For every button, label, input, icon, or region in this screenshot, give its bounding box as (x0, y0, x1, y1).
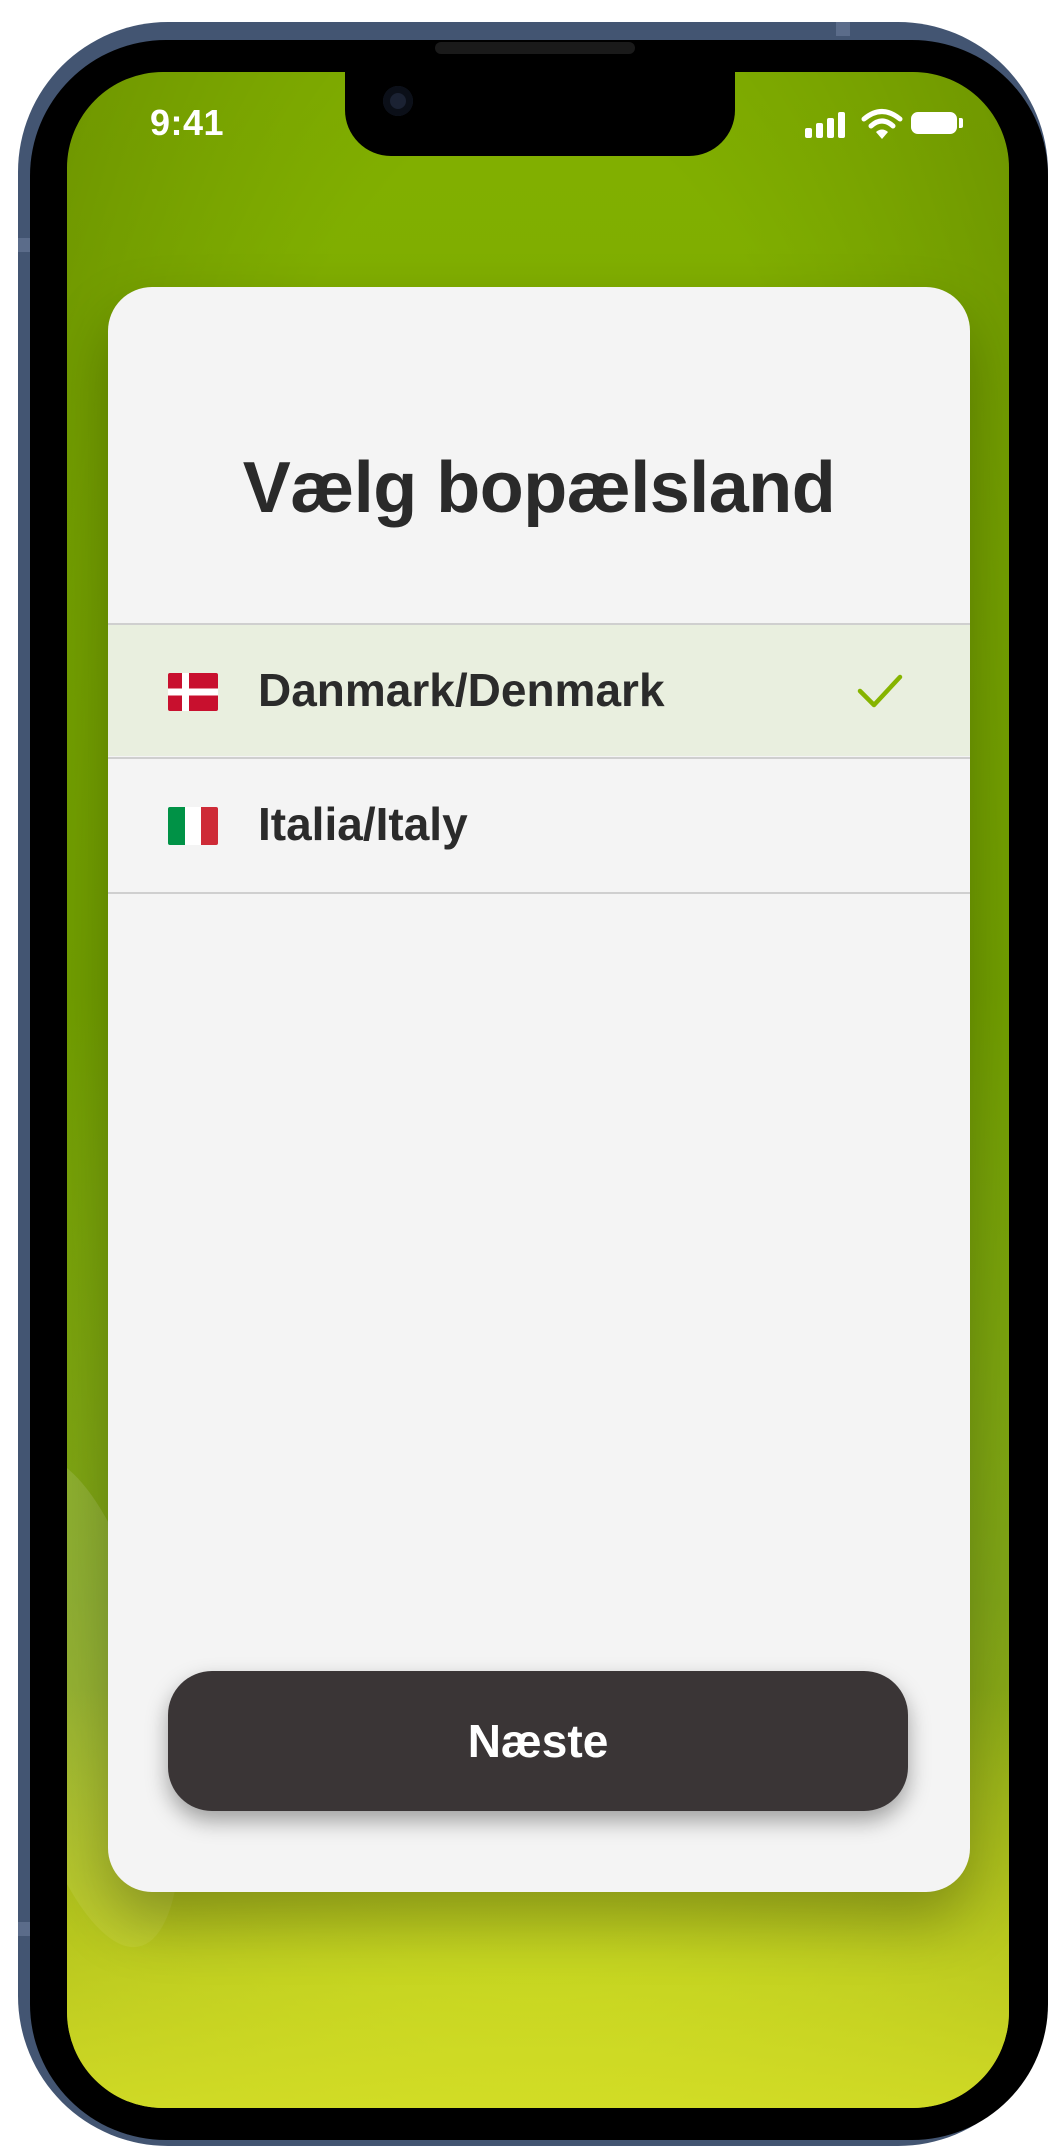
list-divider (108, 892, 970, 894)
side-button (836, 22, 850, 36)
denmark-flag-icon (168, 673, 218, 711)
page-title: Vælg bopælsland (242, 448, 836, 528)
italy-flag-icon (168, 807, 218, 845)
status-time: 9:41 (150, 102, 225, 143)
wifi-icon (861, 109, 903, 139)
country-option-italy[interactable]: Italia/Italy (108, 757, 970, 890)
speaker-grille (435, 42, 635, 54)
camera-icon (383, 86, 413, 116)
country-option-denmark[interactable]: Danmark/Denmark (108, 623, 970, 756)
country-label-denmark: Danmark/Denmark (258, 664, 665, 716)
status-icons (805, 108, 967, 142)
check-icon (857, 674, 903, 708)
country-card: Vælg bopælsland Danmark/Denmark Italia/I… (108, 287, 970, 1892)
country-label-italy: Italia/Italy (258, 798, 468, 850)
next-button[interactable]: Næste (168, 1671, 908, 1811)
